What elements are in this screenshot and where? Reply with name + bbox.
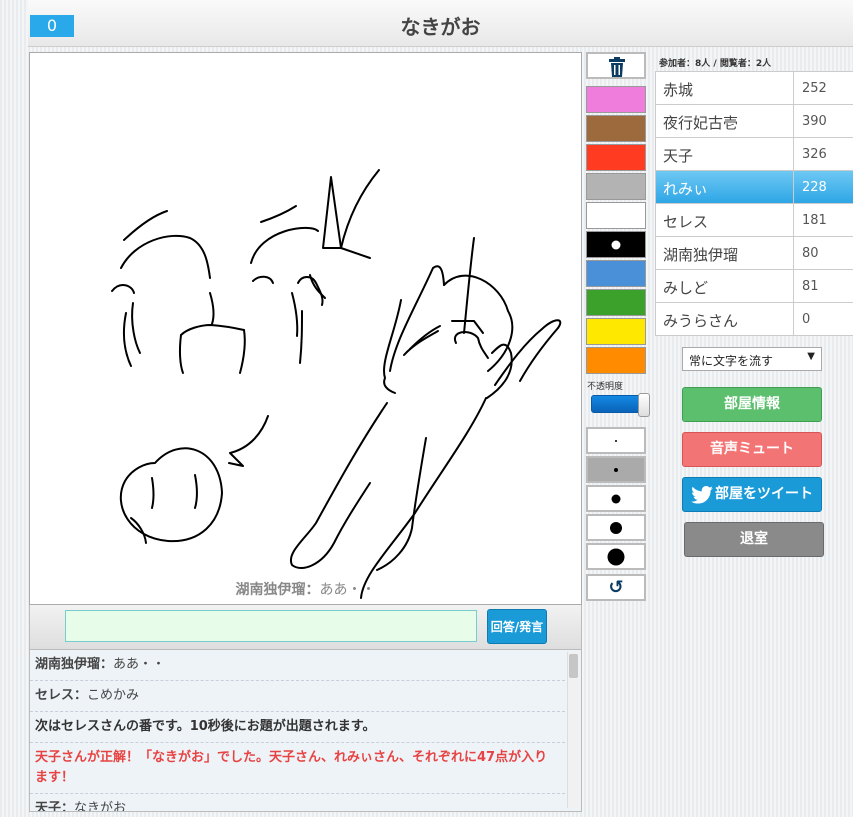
pen-dot [614,467,618,472]
pen-dot [607,548,625,565]
chat-sep: ： [61,801,75,812]
player-name: 湖南独伊瑠 [663,246,739,264]
color-swatch[interactable] [586,347,646,374]
clear-canvas-button[interactable] [586,52,646,79]
canvas-status-message: 湖南独伊瑠：ああ・・ [30,579,581,599]
selected-color-indicator [611,240,621,249]
chat-text: こめかみ [87,688,140,703]
room-info-button[interactable]: 部屋情報 [682,387,822,422]
player-row: 夜行妃古壱 390 [655,105,853,138]
topic-title: なきがお [400,15,481,39]
pen-size-5[interactable] [586,543,646,570]
mute-button[interactable]: 音声ミュート [682,432,822,467]
chat-sep: ： [100,657,114,672]
player-list: 赤城 252 夜行妃古壱 390 天子 326 れみぃ 228 セレス 181 湖南独伊瑠 80 みしど… [655,71,853,336]
pen-size-3[interactable] [586,485,646,512]
player-name: セレス [663,213,709,231]
player-name: 赤城 [663,81,694,99]
player-score: 181 [793,204,853,236]
player-name: 天子 [663,147,694,165]
drawing-strokes [111,169,562,599]
color-swatch[interactable] [586,318,646,345]
trash-icon [609,57,625,77]
answer-bar: 回答/発言 [29,605,582,650]
player-score: 81 [793,270,853,302]
participant-counts: 参加者：8人 / 閲覧者：2人 [659,59,772,69]
dropdown-arrow-icon: ▼ [807,351,815,362]
pen-dot [611,494,621,503]
pen-size-2[interactable] [586,456,646,483]
canvas-status-text: ああ・・ [319,582,376,598]
player-row: みうらさん 0 [655,303,853,336]
chat-sep: ： [74,688,88,703]
player-score: 390 [793,105,853,137]
player-row: 赤城 252 [655,72,853,105]
answer-submit-button[interactable]: 回答/発言 [487,609,547,644]
chat-author: 湖南独伊瑠 [35,657,101,672]
text-flow-value: 常に文字を流す [689,354,774,368]
undo-icon: ↺ [608,577,624,598]
color-swatch[interactable] [586,231,646,258]
opacity-slider[interactable] [591,393,650,417]
chat-line: 天子：なきがお [30,794,565,812]
player-name: みしど [663,279,709,297]
player-name: 夜行妃古壱 [663,114,739,132]
undo-button[interactable]: ↺ [586,574,646,601]
chat-author: 天子 [35,801,62,812]
player-row: みしど 81 [655,270,853,303]
drawing-canvas[interactable]: 湖南独伊瑠：ああ・・ [29,52,582,605]
player-row: 湖南独伊瑠 80 [655,237,853,270]
player-name: れみぃ [663,180,709,198]
pen-dot [610,521,622,534]
chat-correct-message: 天子さんが正解！「なきがお」でした。天子さん、れみぃさん、それぞれに47点が入り… [30,743,565,794]
pen-size-1[interactable] [586,427,646,454]
color-swatch[interactable] [586,144,646,171]
pen-size-4[interactable] [586,514,646,541]
player-row: セレス 181 [655,204,853,237]
pen-dot [615,439,617,442]
tweet-room-button[interactable]: 部屋をツイート [682,477,822,512]
color-swatch[interactable] [586,86,646,113]
color-swatch[interactable] [586,289,646,316]
canvas-status-sep: ： [305,582,320,598]
answer-input[interactable] [65,610,477,642]
header-bar: 0 なきがお [28,0,853,47]
canvas-status-name: 湖南独伊瑠 [235,582,306,598]
chat-line: セレス：こめかみ [30,681,565,712]
player-row: れみぃ 228 [655,171,853,204]
player-score: 326 [793,138,853,170]
color-swatch[interactable] [586,202,646,229]
player-score: 228 [793,171,853,203]
chat-system-message: 次はセレスさんの番です。10秒後にお題が出題されます。 [30,712,565,743]
chat-log: 湖南独伊瑠：ああ・・ セレス：こめかみ 次はセレスさんの番です。10秒後にお題が… [29,650,582,812]
player-row: 天子 326 [655,138,853,171]
color-swatch[interactable] [586,260,646,287]
chat-text: ああ・・ [113,657,166,672]
leave-room-button[interactable]: 退室 [684,522,824,557]
chat-text: なきがお [74,801,127,812]
color-swatch[interactable] [586,173,646,200]
chat-line: 湖南独伊瑠：ああ・・ [30,650,565,681]
opacity-label: 不透明度 [587,382,624,392]
player-score: 0 [793,303,853,335]
player-name: みうらさん [663,312,739,330]
opacity-slider-knob[interactable] [638,393,650,417]
chat-scrollbar[interactable] [567,652,578,808]
twitter-bird-icon [691,486,713,504]
player-score: 252 [793,72,853,104]
player-score: 80 [793,237,853,269]
chat-scroll-thumb[interactable] [569,654,578,678]
text-flow-select[interactable]: 常に文字を流す ▼ [682,347,822,371]
chat-author: セレス [35,688,75,703]
color-swatch[interactable] [586,115,646,142]
